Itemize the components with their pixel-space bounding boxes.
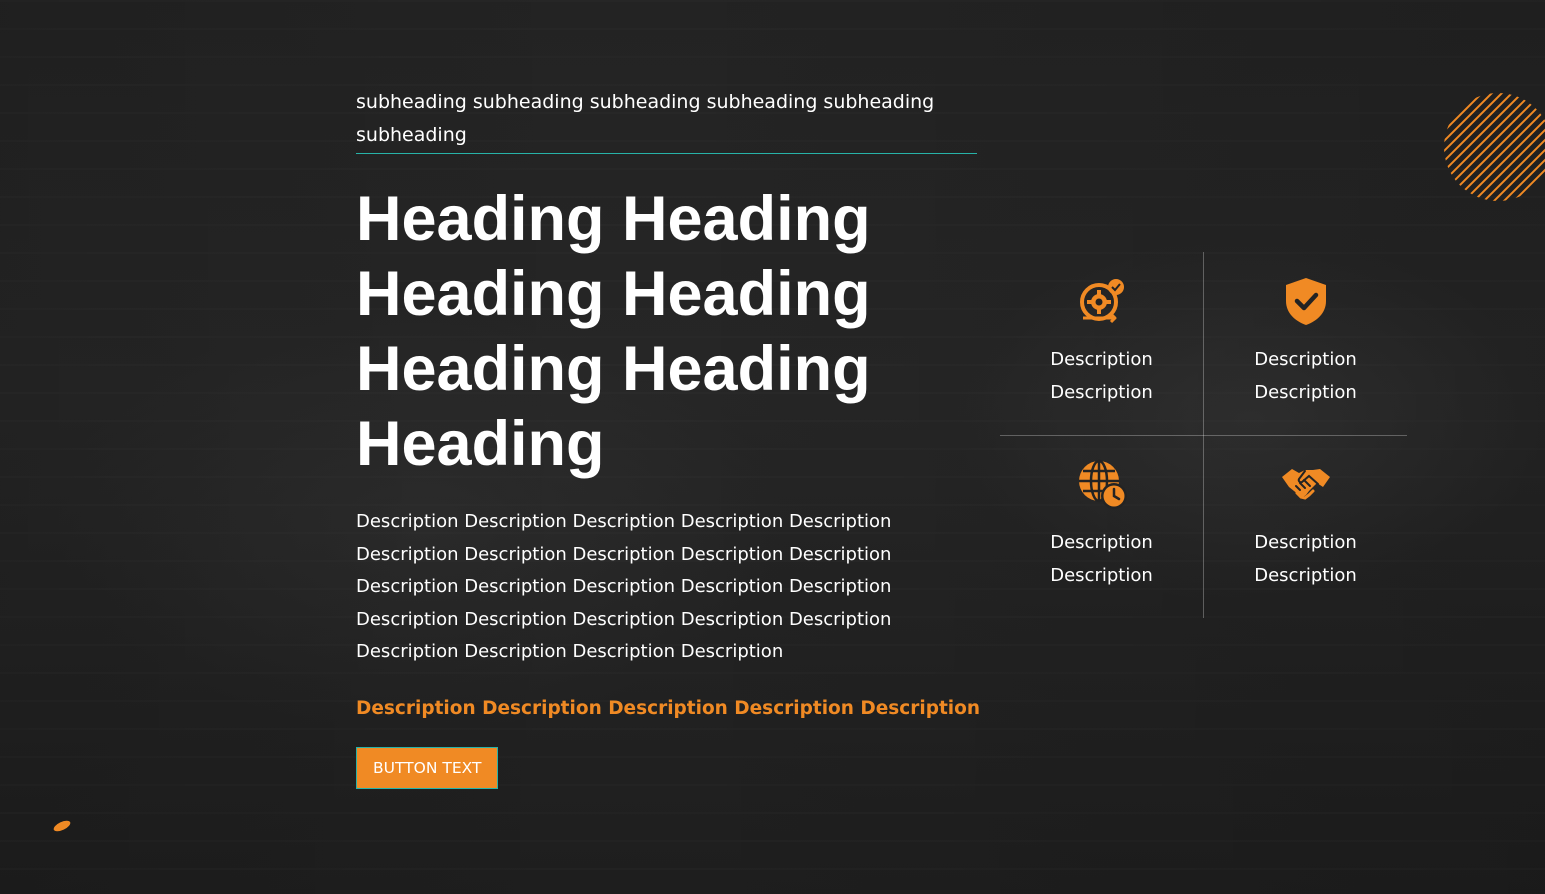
hero-heading: Heading Heading Heading Heading Heading … [356, 184, 871, 479]
feature-label-3: Description Description [1050, 532, 1153, 586]
feature-item-3: Description Description [1000, 457, 1203, 592]
gear-refresh-check-icon [1079, 279, 1124, 324]
leaf-decoration [53, 820, 71, 832]
hero-content: subheading subheading subheading subhead… [356, 86, 981, 789]
grid-horizontal-divider [1000, 435, 1407, 436]
cta-button[interactable]: BUTTON TEXT [356, 746, 499, 789]
feature-label-2: Description Description [1254, 349, 1357, 403]
feature-item-4: Description Description [1204, 457, 1407, 592]
hero-subheading: subheading subheading subheading subhead… [356, 86, 977, 154]
feature-item-2: Description Description [1204, 274, 1407, 409]
hero-description: Description Description Description Desc… [356, 511, 892, 662]
handshake-icon [1281, 469, 1330, 500]
feature-label-4: Description Description [1254, 532, 1357, 586]
shield-check-icon [1285, 278, 1326, 325]
features-grid: Description Description Description Desc… [1000, 252, 1407, 618]
hero-section: subheading subheading subheading subhead… [0, 0, 1545, 894]
globe-clock-icon [1078, 459, 1127, 509]
hero-highlight-text: Description Description Description Desc… [356, 697, 981, 719]
feature-item-1: Description Description [1000, 274, 1203, 409]
striped-circle-decoration [1444, 93, 1545, 201]
feature-label-1: Description Description [1050, 349, 1153, 403]
